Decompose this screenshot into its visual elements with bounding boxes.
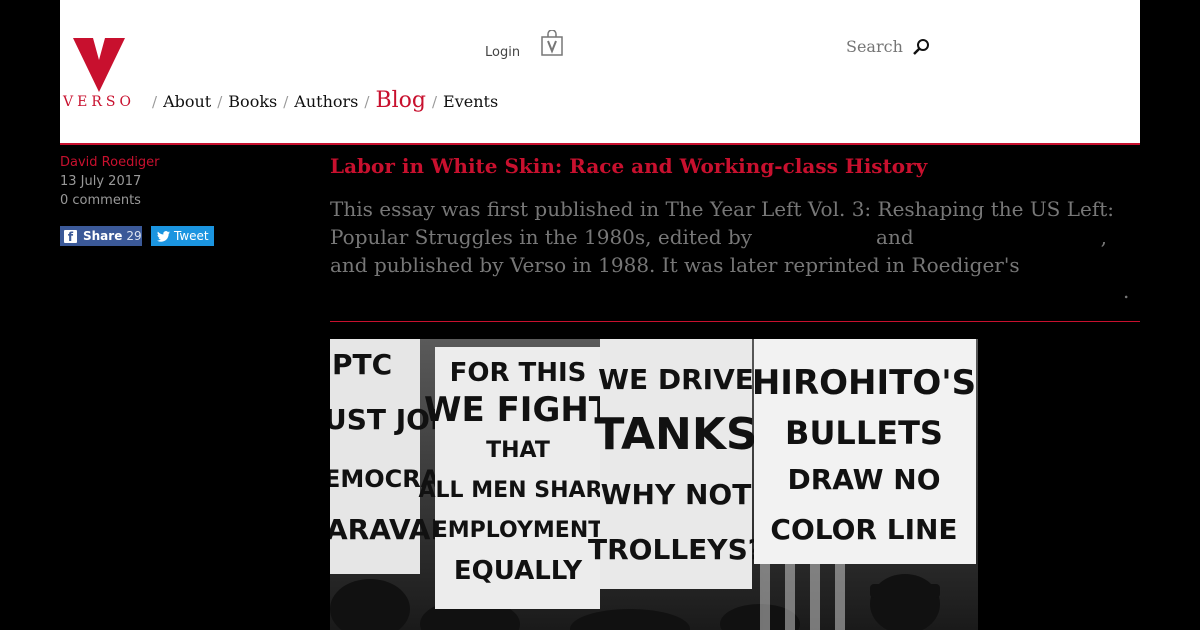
sign-text: WHY NOT [601,478,752,511]
shopping-bag-icon[interactable] [541,30,563,56]
intro-text: Popular Struggles in the 1980s, edited b… [330,225,753,249]
author-link[interactable]: David Roediger [60,155,160,170]
verso-logo[interactable]: VERSO [63,36,139,112]
nav-separator: / [217,93,223,111]
nav-separator: / [283,93,289,111]
intro-line: Popular Struggles in the 1980s, edited b… [330,223,1130,251]
sign-text: TROLLEYS? [588,533,764,566]
sign-text: THAT [486,438,550,463]
sign-text: COLOR LINE [770,513,957,546]
sign-text: ALL MEN SHARE [419,478,618,503]
sign-text: BULLETS [785,414,943,452]
nav-item-books[interactable]: Books [228,92,277,111]
intro-text: and [876,225,914,249]
intro-line: and published by Verso in 1988. It was l… [330,253,1020,277]
nav-item-about[interactable]: About [163,92,211,111]
article-photo: PTC UST JOIN EMOCRACY'S ARAVAN FOR THIS … [330,339,978,630]
sign-text: FOR THIS [450,358,587,388]
search-icon[interactable] [912,38,930,56]
comments-link[interactable]: 0 comments [60,193,141,208]
facebook-icon: f [64,229,77,244]
facebook-share-button[interactable]: f Share 29 [60,226,142,246]
intro-text: , [1100,225,1108,249]
login-link[interactable]: Login [485,45,520,60]
main-nav: / About / Books / Authors / Blog / Event… [146,88,498,120]
protest-signs-photo: PTC UST JOIN EMOCRACY'S ARAVAN FOR THIS … [330,339,978,630]
logo-wordmark: VERSO [63,94,135,110]
article-title: Labor in White Skin: Race and Working-cl… [330,154,928,178]
tweet-label: Tweet [174,229,209,243]
intro-period: . [1123,279,1130,303]
sign-text: HIROHITO'S [752,363,976,403]
twitter-bird-icon [157,230,170,242]
sign-text: WE FIGHT [424,390,613,430]
sign-text: PTC [332,348,392,381]
share-count: 29 [126,229,142,243]
nav-separator: / [152,93,158,111]
post-date: 13 July 2017 [60,174,142,189]
nav-separator: / [431,93,438,111]
nav-item-blog[interactable]: Blog [375,88,426,113]
sign-text: WE DRIVE [598,363,754,396]
sign-text: EMPLOYMENT [433,518,603,543]
intro-line: This essay was first published in The Ye… [330,197,1115,221]
article-divider [330,321,1140,322]
nav-item-authors[interactable]: Authors [294,92,358,111]
nav-item-events[interactable]: Events [443,92,498,111]
sign-text: TANKS [594,409,757,460]
sign-text: EQUALLY [454,556,583,586]
tweet-button[interactable]: Tweet [151,226,214,246]
search-input[interactable] [846,34,946,58]
sign-text: DRAW NO [787,463,940,496]
nav-separator: / [364,93,370,111]
article-intro: This essay was first published in The Ye… [330,195,1130,303]
share-label: Share [83,229,123,243]
verso-v-icon [73,38,125,92]
site-header: VERSO / About / Books / Authors / Blog /… [60,0,1140,145]
